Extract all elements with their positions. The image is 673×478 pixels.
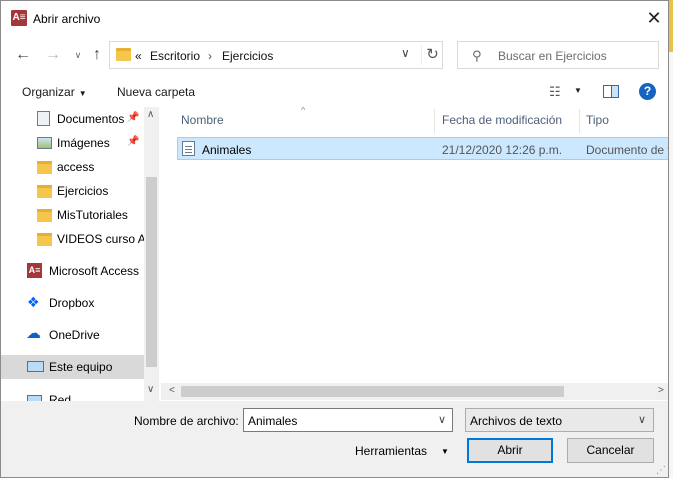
nav-item-red[interactable]: Red <box>1 389 144 401</box>
filetype-select[interactable]: Archivos de texto ∨ <box>465 408 654 432</box>
dropbox-icon: ❖ <box>27 294 40 310</box>
nav-item-label: Dropbox <box>49 296 95 310</box>
document-icon <box>37 111 50 126</box>
nav-item-label: MisTutoriales <box>57 208 128 222</box>
folder-icon <box>116 48 131 61</box>
navigation-pane: Documentos 📌 Imágenes 📌 access Ejercicio… <box>1 107 159 401</box>
address-bar[interactable]: « Escritorio › Ejercicios ∨ ↻ <box>109 41 443 69</box>
nav-item-label: Microsoft Access <box>49 264 140 278</box>
up-button[interactable]: ↑ <box>87 46 107 66</box>
file-modified: 21/12/2020 12:26 p.m. <box>442 143 563 157</box>
scroll-left-button[interactable]: < <box>169 385 175 396</box>
nav-item-label: Documentos <box>57 112 125 126</box>
forward-button[interactable]: → <box>43 46 63 66</box>
tools-button[interactable]: Herramientas <box>355 444 427 458</box>
folder-icon <box>37 233 52 246</box>
search-box[interactable]: ⚲ Buscar en Ejercicios <box>457 41 659 69</box>
view-dropdown-button[interactable]: ▼ <box>574 86 582 95</box>
column-header-modified[interactable]: Fecha de modificación <box>442 113 562 127</box>
cancel-button[interactable]: Cancelar <box>567 438 654 463</box>
nav-item-label: Ejercicios <box>57 184 109 198</box>
resize-grip-icon[interactable]: ⋰ <box>656 465 666 476</box>
computer-icon <box>27 361 44 372</box>
nav-item-label: Red <box>49 393 72 401</box>
breadcrumb-escritorio[interactable]: Escritorio <box>150 49 200 63</box>
close-button[interactable]: ✕ <box>641 7 667 31</box>
scroll-down-button[interactable]: ∨ <box>147 384 154 395</box>
recent-locations-button[interactable]: ∨ <box>68 46 88 66</box>
column-header-name[interactable]: Nombre <box>181 113 224 127</box>
chevron-down-icon[interactable]: ∨ <box>401 46 410 60</box>
nav-item-access[interactable]: access <box>1 155 144 179</box>
dialog-footer: Nombre de archivo: Animales ∨ Archivos d… <box>1 401 668 477</box>
new-folder-button[interactable]: Nueva carpeta <box>117 85 195 99</box>
pictures-icon <box>37 137 52 149</box>
breadcrumb-ejercicios[interactable]: Ejercicios <box>222 49 273 63</box>
nav-item-imagenes[interactable]: Imágenes 📌 <box>1 131 144 155</box>
filename-field[interactable]: Animales ∨ <box>243 408 453 432</box>
column-divider[interactable] <box>434 109 435 133</box>
organize-button[interactable]: Organizar ▼ <box>22 85 87 99</box>
scroll-up-button[interactable]: ∧ <box>147 109 154 120</box>
address-overflow[interactable]: « <box>135 49 142 63</box>
open-file-dialog: A≡ Abrir archivo ✕ ← → ∨ ↑ « Escritorio … <box>0 0 669 478</box>
horizontal-scrollbar[interactable]: < > <box>161 383 668 400</box>
nav-item-ejercicios[interactable]: Ejercicios <box>1 179 144 203</box>
caret-down-icon[interactable]: ▼ <box>441 447 449 456</box>
nav-item-microsoft-access[interactable]: A≡ Microsoft Access <box>1 259 144 283</box>
folder-icon <box>37 161 52 174</box>
chevron-down-icon: ∨ <box>638 414 647 426</box>
nav-item-label: VIDEOS curso Ac <box>57 232 152 246</box>
nav-item-label: access <box>57 160 95 174</box>
open-button[interactable]: Abrir <box>467 438 553 463</box>
nav-item-este-equipo[interactable]: Este equipo <box>1 355 144 379</box>
filename-label: Nombre de archivo: <box>134 414 239 428</box>
access-app-icon: A≡ <box>11 10 27 26</box>
file-list: ^ Nombre Fecha de modificación Tipo Anim… <box>161 107 669 401</box>
chevron-down-icon[interactable]: ∨ <box>438 413 446 426</box>
folder-icon <box>37 209 52 222</box>
filename-value[interactable]: Animales <box>248 414 297 428</box>
filetype-value: Archivos de texto <box>470 414 563 428</box>
nav-item-videos-curso[interactable]: VIDEOS curso Ac <box>1 227 152 251</box>
nav-item-label: OneDrive <box>49 328 100 342</box>
nav-item-dropbox[interactable]: ❖ Dropbox <box>1 291 144 315</box>
column-divider[interactable] <box>579 109 580 133</box>
sort-ascending-icon: ^ <box>301 107 306 115</box>
back-button[interactable]: ← <box>13 46 33 66</box>
nav-item-documentos[interactable]: Documentos 📌 <box>1 107 144 131</box>
command-bar: Organizar ▼ Nueva carpeta ☷ ▼ ? <box>1 77 668 107</box>
search-input[interactable]: Buscar en Ejercicios <box>498 49 607 63</box>
nav-item-label: Imágenes <box>57 136 110 150</box>
column-header-type[interactable]: Tipo <box>586 113 609 127</box>
nav-item-onedrive[interactable]: ☁ OneDrive <box>1 323 144 347</box>
breadcrumb-separator[interactable]: › <box>208 49 212 63</box>
preview-pane-icon[interactable] <box>603 85 619 98</box>
view-options-icon[interactable]: ☷ <box>549 84 561 100</box>
nav-scrollbar[interactable]: ∧ ∨ <box>144 107 159 401</box>
scroll-right-button[interactable]: > <box>658 385 664 396</box>
search-icon: ⚲ <box>472 48 482 63</box>
scroll-thumb[interactable] <box>146 177 157 367</box>
file-type: Documento de t <box>586 143 669 157</box>
nav-item-label: Este equipo <box>49 360 113 374</box>
folder-icon <box>37 185 52 198</box>
title-bar[interactable]: A≡ Abrir archivo ✕ <box>1 1 668 35</box>
onedrive-icon: ☁ <box>26 325 41 342</box>
file-name: Animales <box>202 143 252 157</box>
organize-label: Organizar <box>22 85 75 99</box>
help-icon[interactable]: ? <box>639 83 656 100</box>
table-row[interactable]: Animales 21/12/2020 12:26 p.m. Documento… <box>177 137 669 160</box>
pin-icon[interactable]: 📌 <box>127 136 139 147</box>
scroll-thumb[interactable] <box>181 386 564 397</box>
caret-down-icon: ▼ <box>78 89 87 98</box>
dialog-title: Abrir archivo <box>33 12 101 26</box>
nav-item-mistutoriales[interactable]: MisTutoriales <box>1 203 144 227</box>
pin-icon[interactable]: 📌 <box>127 112 139 123</box>
access-icon: A≡ <box>27 263 42 278</box>
text-file-icon <box>182 141 195 156</box>
refresh-button[interactable]: ↻ <box>421 45 443 65</box>
